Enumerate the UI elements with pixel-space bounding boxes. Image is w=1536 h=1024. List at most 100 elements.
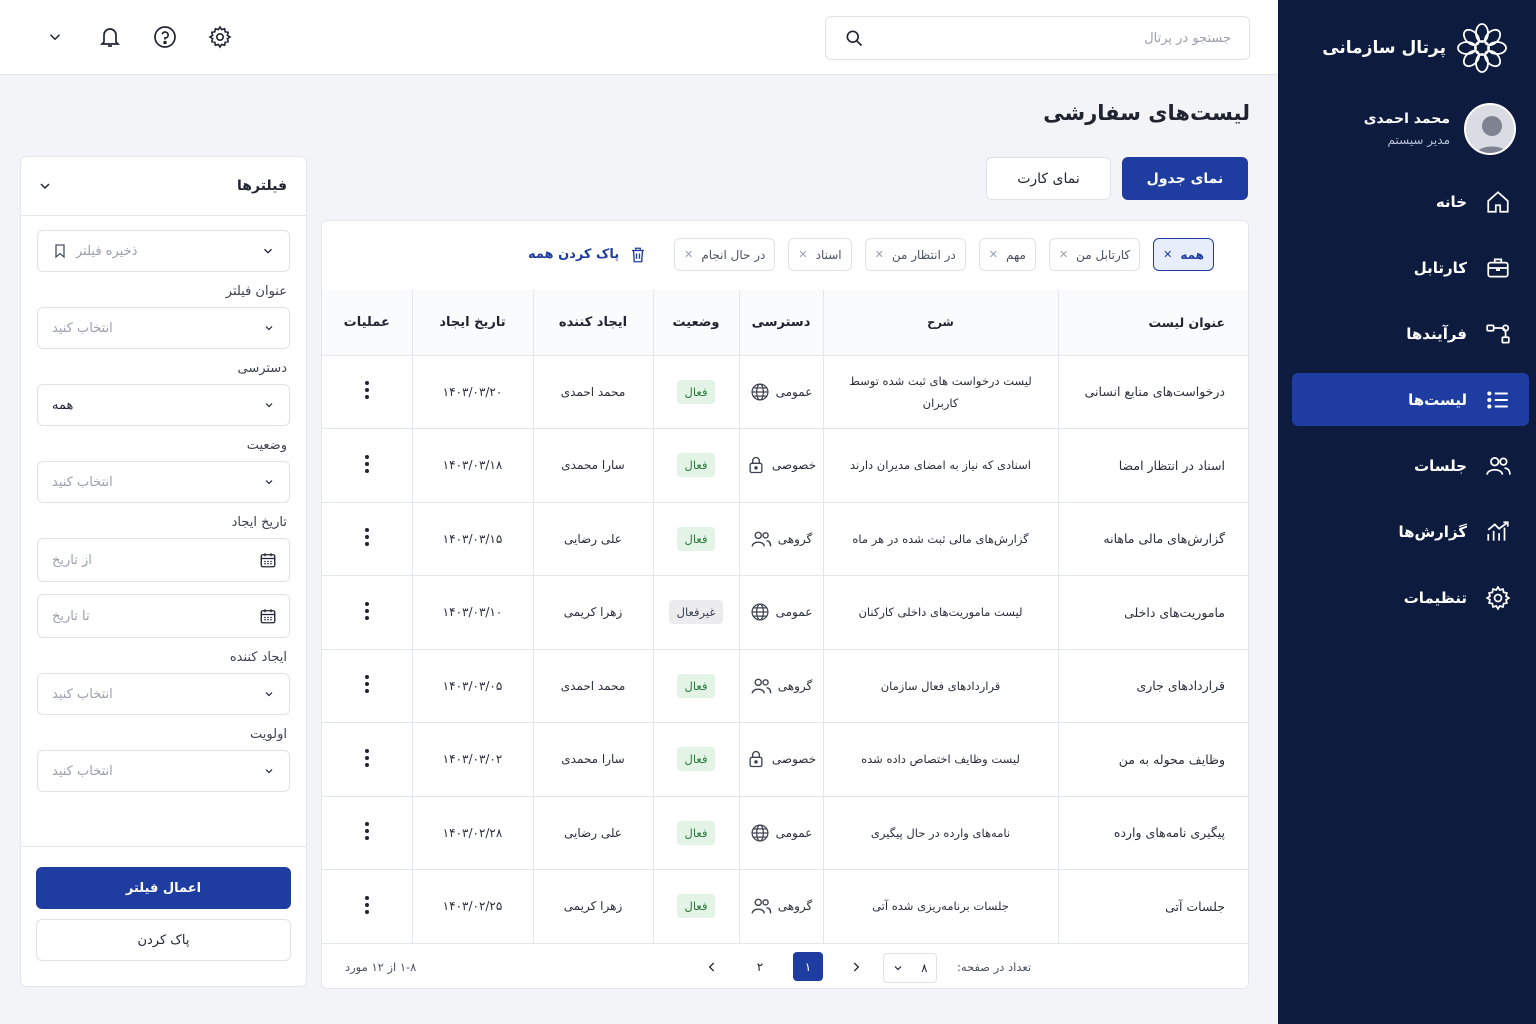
list-title[interactable]: وظایف محوله به من (1119, 752, 1225, 767)
list-title[interactable]: جلسات آتی (1165, 899, 1225, 914)
date-from-field[interactable]: از تاریخ (37, 538, 290, 582)
sidebar: پرتال سازمانی محمد احمدی مدیر سیستم خانه… (1278, 0, 1536, 1024)
close-icon[interactable]: ✕ (1163, 248, 1172, 261)
list-title[interactable]: درخواست‌های منابع انسانی (1085, 384, 1225, 399)
more-vertical-icon[interactable] (364, 674, 370, 694)
chip-all[interactable]: همه ✕ (1153, 238, 1214, 271)
filter-title-select[interactable]: انتخاب کنید (37, 307, 290, 349)
card-view-button[interactable]: نمای کارت (986, 157, 1111, 200)
list-title-cell[interactable]: قراردادهای جاری (1058, 649, 1248, 723)
more-vertical-icon[interactable] (364, 748, 370, 768)
list-desc-cell: لیست درخواست های ثبت شده توسط کاربران (823, 355, 1059, 429)
date-filter-label: تاریخ ایجاد (231, 515, 287, 530)
chip-in-progress[interactable]: در حال انجام ✕ (674, 238, 776, 271)
page-button-1[interactable]: ۱ (793, 952, 823, 981)
status-filter-select[interactable]: انتخاب کنید (37, 461, 290, 503)
workflow-icon (1485, 321, 1511, 347)
bell-icon[interactable] (95, 22, 125, 52)
sidebar-item-lists[interactable]: لیست‌ها (1292, 373, 1529, 426)
date-to-field[interactable]: تا تاریخ (37, 594, 290, 638)
col-creator-header[interactable]: ایجاد کننده (533, 290, 654, 356)
apply-filter-button[interactable]: اعمال فیلتر (36, 867, 291, 909)
creator-filter-select[interactable]: انتخاب کنید (37, 673, 290, 715)
page-button-2[interactable]: ۲ (745, 952, 775, 981)
close-icon[interactable]: ✕ (798, 248, 807, 261)
col-access-header[interactable]: دسترسی (739, 290, 824, 356)
priority-filter-select[interactable]: انتخاب کنید (37, 750, 290, 792)
chevron-left-icon[interactable] (697, 952, 727, 981)
more-vertical-icon[interactable] (364, 527, 370, 547)
list-title[interactable]: گزارش‌های مالی ماهانه (1103, 531, 1225, 546)
pagination: ۱-۸ از ۱۲ مورد ۲ ۱ ۸ تعداد در صفحه: (322, 943, 1248, 988)
list-title-cell[interactable]: ماموریت‌های داخلی (1058, 575, 1248, 650)
help-icon[interactable] (150, 22, 180, 52)
list-title[interactable]: ماموریت‌های داخلی (1124, 605, 1225, 620)
search-input[interactable] (901, 30, 1231, 46)
sidebar-item-settings[interactable]: تنظیمات (1292, 571, 1529, 624)
more-vertical-icon[interactable] (364, 454, 370, 474)
list-title[interactable]: پیگیری نامه‌های وارده (1114, 825, 1225, 840)
chip-label: کارتابل من (1076, 247, 1131, 262)
more-vertical-icon[interactable] (364, 821, 370, 841)
list-title[interactable]: قراردادهای جاری (1136, 678, 1225, 693)
close-icon[interactable]: ✕ (875, 248, 884, 261)
sidebar-item-reports[interactable]: گزارش‌ها (1292, 505, 1529, 558)
list-title-cell[interactable]: اسناد در انتظار امضا (1058, 428, 1248, 503)
col-status-header[interactable]: وضعیت (653, 290, 740, 356)
sidebar-item-cartable[interactable]: کارتابل (1292, 241, 1529, 294)
chevron-down-icon[interactable] (37, 178, 53, 194)
list-title-cell[interactable]: جلسات آتی (1058, 869, 1248, 944)
table-row[interactable]: پیگیری نامه‌های وارده نامه‌های وارده در ح… (322, 796, 1248, 870)
list-title[interactable]: اسناد در انتظار امضا (1119, 458, 1225, 473)
close-icon[interactable]: ✕ (684, 248, 693, 261)
table-row[interactable]: اسناد در انتظار امضا اسنادی که نیاز به ام… (322, 428, 1248, 503)
sidebar-item-processes[interactable]: فرآیندها (1292, 307, 1529, 360)
chevron-right-icon[interactable] (841, 952, 871, 981)
table-row[interactable]: گزارش‌های مالی ماهانه گزارش‌های مالی ثبت … (322, 502, 1248, 576)
saved-filter-select[interactable]: ذخیره فیلتر (37, 230, 290, 272)
more-vertical-icon[interactable] (364, 601, 370, 621)
more-vertical-icon[interactable] (364, 380, 370, 400)
access-filter-select[interactable]: همه (37, 384, 290, 426)
ops-cell (322, 649, 413, 723)
creator-filter-label: ایجاد کننده (229, 650, 287, 665)
chip-important[interactable]: مهم ✕ (978, 238, 1036, 271)
search-icon[interactable] (844, 28, 864, 48)
filters-title: فیلترها (237, 178, 287, 194)
table-row[interactable]: وظایف محوله به من لیست وظایف اختصاص داده … (322, 722, 1248, 797)
filters-header[interactable]: فیلترها (21, 157, 306, 216)
sidebar-item-home[interactable]: خانه (1292, 175, 1529, 228)
table-view-button[interactable]: نمای جدول (1122, 157, 1248, 200)
chevron-down-icon[interactable] (40, 22, 70, 52)
list-title-cell[interactable]: پیگیری نامه‌های وارده (1058, 796, 1248, 870)
more-vertical-icon[interactable] (364, 895, 370, 915)
chip-my-cartable[interactable]: کارتابل من ✕ (1048, 238, 1141, 271)
ops-cell (322, 575, 413, 650)
table-row[interactable]: قراردادهای جاری قراردادهای فعال سازمان گرو… (322, 649, 1248, 723)
list-title-cell[interactable]: گزارش‌های مالی ماهانه (1058, 502, 1248, 576)
user-profile[interactable]: محمد احمدی مدیر سیستم (1364, 103, 1516, 155)
close-icon[interactable]: ✕ (1059, 248, 1068, 261)
search-box[interactable] (825, 16, 1250, 60)
clear-filter-button[interactable]: پاک کردن (36, 919, 291, 961)
chip-documents[interactable]: اسناد ✕ (788, 238, 852, 271)
list-title-cell[interactable]: درخواست‌های منابع انسانی (1058, 355, 1248, 429)
close-icon[interactable]: ✕ (989, 248, 998, 261)
list-title-cell[interactable]: وظایف محوله به من (1058, 722, 1248, 797)
date-placeholder: تا تاریخ (52, 608, 90, 624)
clear-all-button[interactable]: پاک کردن همه (528, 246, 647, 264)
brand[interactable]: پرتال سازمانی (1322, 22, 1508, 74)
chip-waiting-for-me[interactable]: در انتظار من ✕ (864, 238, 966, 271)
col-title-header[interactable]: عنوان لیست (1058, 290, 1248, 356)
table-row[interactable]: ماموریت‌های داخلی لیست ماموریت‌های داخلی … (322, 575, 1248, 650)
table-row[interactable]: درخواست‌های منابع انسانی لیست درخواست های… (322, 355, 1248, 429)
table-row[interactable]: جلسات آتی جلسات برنامه‌ریزی شده آتی گروهی ف… (322, 869, 1248, 944)
settings-gear-icon[interactable] (205, 22, 235, 52)
date-cell: ۱۴۰۳/۰۳/۰۲ (412, 722, 534, 797)
sidebar-item-meetings[interactable]: جلسات (1292, 439, 1529, 492)
col-date-header[interactable]: تاریخ ایجاد (412, 290, 534, 356)
col-desc-header[interactable]: شرح (823, 290, 1059, 356)
per-page-select[interactable]: ۸ (883, 953, 937, 983)
creator-name: زهرا کریمی (563, 899, 623, 914)
creator-name: علی رضایی (564, 531, 622, 546)
